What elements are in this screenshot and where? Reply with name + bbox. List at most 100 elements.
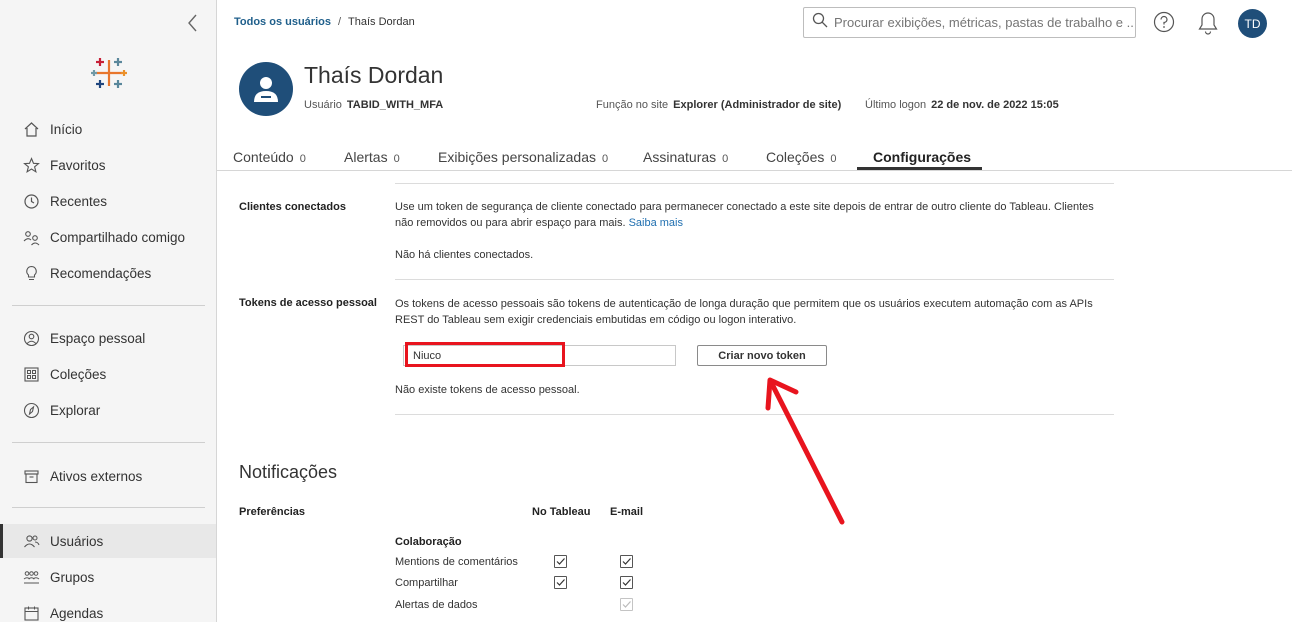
search-icon bbox=[812, 12, 828, 33]
logon-value: 22 de nov. de 2022 15:05 bbox=[931, 99, 1059, 111]
group-colaboracao: Colaboração bbox=[395, 536, 462, 548]
avatar bbox=[239, 62, 293, 116]
section-divider bbox=[395, 279, 1114, 280]
sidebar-item-label: Coleções bbox=[50, 366, 107, 382]
home-icon bbox=[22, 120, 40, 138]
sidebar: Início Favoritos Recentes Compartilhado … bbox=[0, 0, 217, 622]
sidebar-divider bbox=[12, 305, 205, 306]
checkbox-share-tableau[interactable] bbox=[554, 576, 567, 589]
tab-colecoes[interactable]: Coleções 0 bbox=[766, 149, 837, 165]
search-box[interactable] bbox=[803, 7, 1136, 38]
pref-row-label: Compartilhar bbox=[395, 577, 458, 589]
tab-exibicoes-personalizadas[interactable]: Exibições personalizadas 0 bbox=[438, 149, 608, 165]
tab-label: Conteúdo bbox=[233, 149, 294, 165]
tab-count: 0 bbox=[722, 153, 729, 165]
breadcrumb-all-users-link[interactable]: Todos os usuários bbox=[234, 16, 331, 28]
collapse-sidebar-icon[interactable] bbox=[184, 12, 202, 34]
sidebar-item-label: Recentes bbox=[50, 193, 108, 209]
sidebar-item-recomendacoes[interactable]: Recomendações bbox=[0, 256, 216, 290]
notifications-bell-icon[interactable] bbox=[1197, 11, 1219, 35]
tableau-logo-icon bbox=[90, 54, 128, 92]
checkbox-mentions-email[interactable] bbox=[620, 555, 633, 568]
notifications-title: Notificações bbox=[239, 462, 338, 482]
col-no-tableau: No Tableau bbox=[532, 506, 591, 518]
role-value: Explorer (Administrador de site) bbox=[673, 99, 842, 111]
col-email: E-mail bbox=[610, 506, 644, 518]
sidebar-divider bbox=[12, 507, 205, 508]
sidebar-item-espaco-pessoal[interactable]: Espaço pessoal bbox=[0, 321, 216, 355]
sidebar-item-explorar[interactable]: Explorar bbox=[0, 393, 216, 427]
tab-configuracoes[interactable]: Configurações bbox=[873, 149, 971, 165]
sidebar-item-compartilhado[interactable]: Compartilhado comigo bbox=[0, 220, 216, 254]
user-silhouette-icon bbox=[254, 77, 278, 102]
breadcrumb-current: Thaís Dordan bbox=[348, 16, 415, 28]
user-meta: Usuário TABID_WITH_MFA\ bbox=[304, 99, 443, 111]
sidebar-item-grupos[interactable]: Grupos bbox=[0, 560, 216, 594]
star-icon bbox=[22, 156, 40, 174]
section-divider bbox=[395, 414, 1114, 415]
sidebar-item-label: Favoritos bbox=[50, 157, 106, 173]
no-connected-clients-text: Não há clientes conectados. bbox=[395, 249, 534, 261]
no-pat-text: Não existe tokens de acesso pessoal. bbox=[395, 384, 580, 396]
active-tab-indicator bbox=[857, 167, 982, 170]
pat-label: Tokens de acesso pessoal bbox=[239, 297, 377, 309]
create-token-button[interactable]: Criar novo token bbox=[697, 345, 827, 366]
connected-clients-label: Clientes conectados bbox=[239, 201, 346, 213]
collections-icon bbox=[22, 365, 40, 383]
search-input[interactable] bbox=[834, 15, 1134, 30]
sidebar-item-label: Grupos bbox=[50, 569, 95, 585]
shared-icon bbox=[22, 228, 40, 246]
tab-count: 0 bbox=[830, 153, 837, 165]
sidebar-item-usuarios[interactable]: Usuários bbox=[0, 524, 216, 558]
pref-row-label: Alertas de dados bbox=[395, 599, 478, 611]
pat-description: Os tokens de acesso pessoais são tokens … bbox=[395, 298, 1093, 326]
sidebar-item-colecoes[interactable]: Coleções bbox=[0, 357, 216, 391]
breadcrumb-separator: / bbox=[337, 16, 342, 28]
user-label: Usuário bbox=[304, 99, 342, 111]
tab-count: 0 bbox=[393, 153, 400, 165]
sidebar-item-favoritos[interactable]: Favoritos bbox=[0, 148, 216, 182]
token-name-input[interactable] bbox=[403, 345, 676, 366]
sidebar-item-label: Compartilhado comigo bbox=[50, 229, 186, 245]
external-assets-icon bbox=[22, 467, 40, 485]
sidebar-item-label: Explorar bbox=[50, 402, 101, 418]
logon-meta: Último logon 22 de nov. de 2022 15:05 bbox=[865, 99, 1059, 111]
role-label: Função no site bbox=[596, 99, 669, 111]
tab-assinaturas[interactable]: Assinaturas 0 bbox=[643, 149, 728, 165]
sidebar-item-agendas[interactable]: Agendas bbox=[0, 596, 216, 622]
checkbox-share-email[interactable] bbox=[620, 576, 633, 589]
tab-count: 0 bbox=[299, 153, 306, 165]
user-avatar-menu[interactable]: TD bbox=[1238, 9, 1267, 38]
sidebar-item-recentes[interactable]: Recentes bbox=[0, 184, 216, 218]
pref-row-label: Mentions de comentários bbox=[395, 556, 518, 568]
role-meta: Função no site Explorer (Administrador de… bbox=[596, 99, 841, 111]
tab-label: Alertas bbox=[344, 149, 388, 165]
tab-bar: Conteúdo 0 Alertas 0 Exibições personaliza… bbox=[217, 145, 1292, 171]
users-icon bbox=[22, 532, 40, 550]
learn-more-link[interactable]: Saiba mais bbox=[629, 217, 683, 229]
lightbulb-icon bbox=[22, 264, 40, 282]
help-icon[interactable] bbox=[1153, 11, 1175, 33]
preferences-label: Preferências bbox=[239, 506, 306, 518]
sidebar-item-inicio[interactable]: Início bbox=[0, 112, 216, 146]
page-title: Thaís Dordan bbox=[304, 62, 444, 88]
schedules-icon bbox=[22, 604, 40, 622]
sidebar-item-label: Espaço pessoal bbox=[50, 330, 146, 346]
sidebar-item-label: Usuários bbox=[50, 533, 104, 549]
section-divider bbox=[395, 183, 1114, 184]
connected-clients-text: Use um token de segurança de cliente con… bbox=[395, 201, 1094, 229]
logon-label: Último logon bbox=[865, 99, 927, 111]
checkbox-mentions-tableau[interactable] bbox=[554, 555, 567, 568]
tab-alertas[interactable]: Alertas 0 bbox=[344, 149, 400, 165]
sidebar-item-label: Agendas bbox=[50, 605, 104, 621]
tab-count: 0 bbox=[601, 153, 609, 165]
sidebar-item-label: Ativos externos bbox=[50, 468, 143, 484]
tab-conteudo[interactable]: Conteúdo 0 bbox=[233, 149, 306, 165]
sidebar-item-ativos-externos[interactable]: Ativos externos bbox=[0, 459, 216, 493]
sidebar-divider bbox=[12, 442, 205, 443]
tab-label: Exibições personalizadas bbox=[438, 149, 596, 165]
tab-label: Configurações bbox=[873, 149, 972, 165]
groups-icon bbox=[22, 568, 40, 586]
personal-space-icon bbox=[22, 329, 40, 347]
explore-icon bbox=[22, 401, 40, 419]
